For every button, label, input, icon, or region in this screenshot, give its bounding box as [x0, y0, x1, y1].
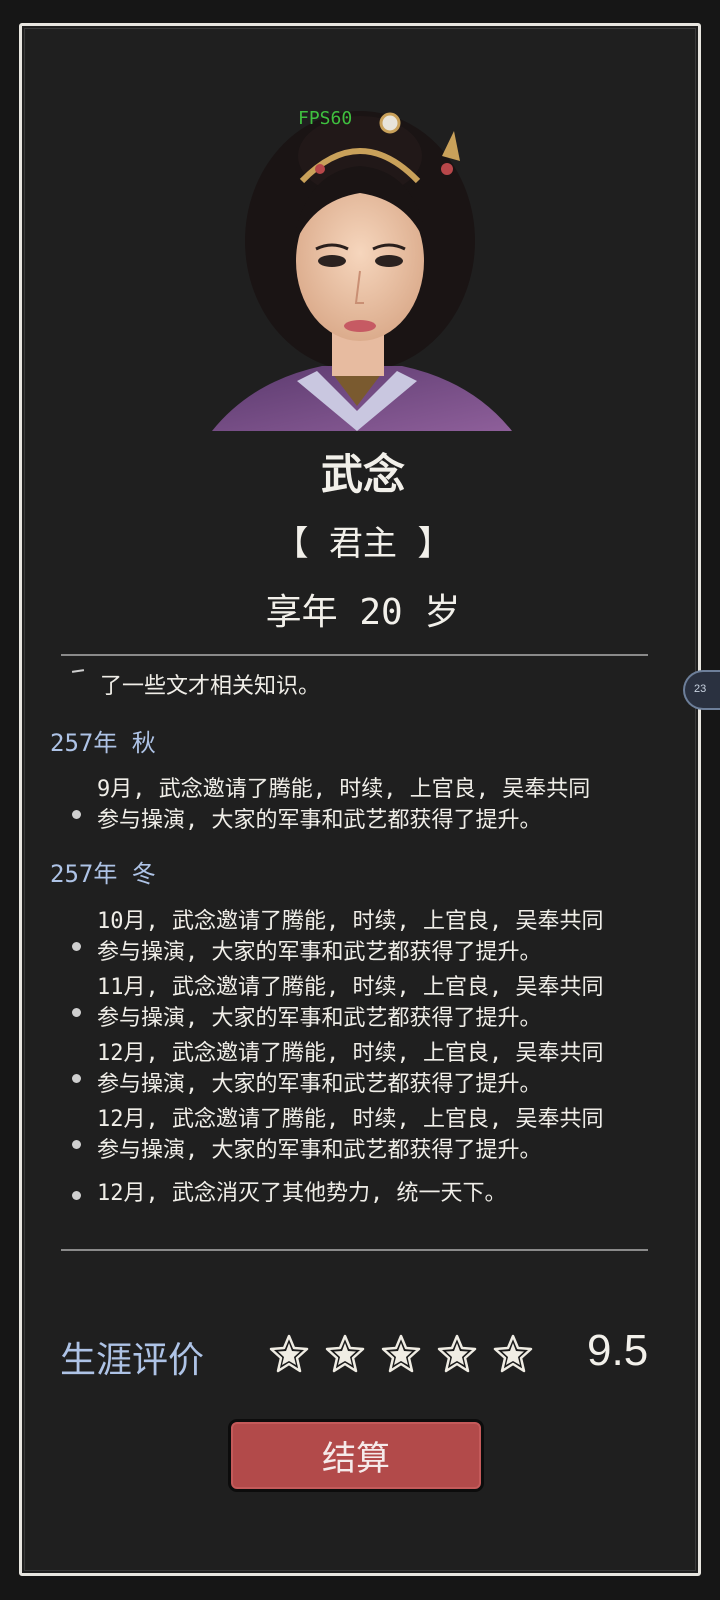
top-divider — [61, 654, 648, 656]
floating-side-handle[interactable]: 23 — [683, 670, 720, 710]
bullet-icon — [72, 1191, 81, 1200]
fps-counter: FPS60 — [298, 108, 353, 129]
bullet-icon — [72, 1008, 81, 1017]
star-icon — [269, 1334, 309, 1373]
bullet-icon — [72, 1074, 81, 1083]
character-portrait — [212, 111, 512, 431]
star-icon — [381, 1334, 421, 1373]
settle-button[interactable]: 结算 — [228, 1419, 484, 1492]
star-icon — [493, 1334, 533, 1373]
career-rating-label: 生涯评价 — [60, 1340, 205, 1381]
character-title: 【 君主 】 — [274, 524, 452, 564]
character-age: 享年 20 岁 — [265, 592, 461, 633]
bullet-icon — [72, 810, 81, 819]
log-fragment: 了一些文才相关知识。 — [100, 674, 321, 699]
star-icon — [325, 1334, 365, 1373]
event-log[interactable]: 了一些文才相关知识。 257年 秋 9月, 武念邀请了腾能, 时续, 上官良, … — [50, 666, 670, 1241]
bullet-icon — [72, 1140, 81, 1149]
rating-score: 9.5 — [587, 1326, 649, 1375]
bottom-divider — [61, 1249, 648, 1251]
summary-panel: FPS60 武念 【 君主 】 享年 20 岁 了一些文才相关知识。 257年 … — [19, 23, 701, 1576]
season-header: 257年 冬 — [50, 860, 156, 888]
star-icon — [437, 1334, 477, 1373]
scroll-cutoff-mark — [71, 669, 85, 673]
bullet-icon — [72, 942, 81, 951]
character-name: 武念 — [320, 450, 405, 499]
season-header: 257年 秋 — [50, 729, 156, 757]
